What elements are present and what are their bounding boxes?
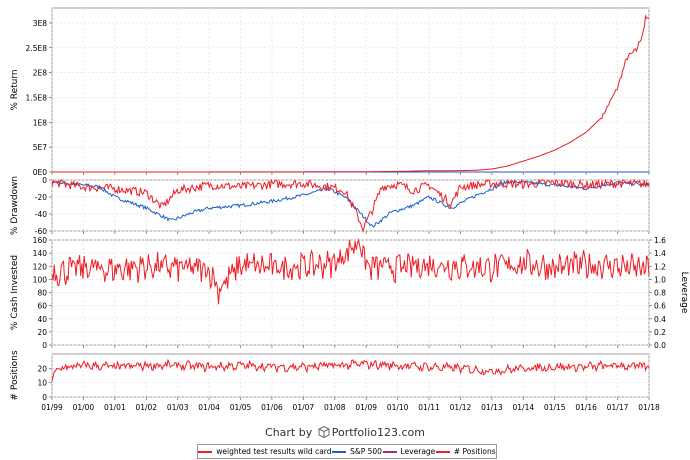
credit-prefix: Chart by xyxy=(265,426,313,439)
x-tick-label: 01/18 xyxy=(638,403,660,412)
x-tick-label: 01/00 xyxy=(73,403,95,412)
legend-item-positions: # Positions xyxy=(435,447,496,456)
x-tick-label: 01/17 xyxy=(607,403,629,412)
y2-tick-label: 0.4 xyxy=(654,315,666,324)
x-tick-label: 01/03 xyxy=(167,403,189,412)
y-tick-label: 2E8 xyxy=(33,69,48,78)
x-tick-label: 01/06 xyxy=(261,403,283,412)
y-tick-label: -20 xyxy=(35,193,47,202)
legend-swatch xyxy=(435,450,450,453)
y-tick-label: -40 xyxy=(35,210,47,219)
y-tick-label: 40 xyxy=(37,315,47,324)
x-tick-label: 01/13 xyxy=(481,403,503,412)
y-tick-label: 100 xyxy=(33,275,48,284)
y-tick-label: 20 xyxy=(37,364,47,373)
legend-swatch xyxy=(198,450,213,453)
legend-label: Leverage xyxy=(400,447,436,456)
y-tick-label: 60 xyxy=(37,302,47,311)
y-tick-label: 0 xyxy=(42,393,47,402)
x-tick-label: 01/05 xyxy=(230,403,252,412)
credit-brand: Portfolio123.com xyxy=(331,426,425,439)
y2-tick-label: 0.2 xyxy=(654,328,666,337)
y2-tick-label: 0.8 xyxy=(654,289,666,298)
y-tick-label: 3E8 xyxy=(33,19,48,28)
y-tick-label: -60 xyxy=(35,227,47,236)
legend-swatch xyxy=(332,450,347,453)
x-tick-label: 01/12 xyxy=(450,403,472,412)
chart-area: 0E05E71E81.5E82E82.5E83E8% Return0-20-40… xyxy=(10,7,689,412)
x-tick-label: 01/15 xyxy=(544,403,566,412)
legend-label: # Positions xyxy=(453,447,496,456)
y-tick-label: 80 xyxy=(37,289,47,298)
y-tick-label: 140 xyxy=(33,249,48,258)
plot-frame-positions xyxy=(51,353,650,398)
y-tick-label: 5E7 xyxy=(33,143,48,152)
y-tick-label: 160 xyxy=(33,236,48,245)
x-tick-label: 01/14 xyxy=(513,403,535,412)
legend-label: S&P 500 xyxy=(350,447,382,456)
y2-tick-label: 1.4 xyxy=(654,249,666,258)
x-tick-label: 01/99 xyxy=(41,403,63,412)
y2-tick-label: 1.0 xyxy=(654,275,666,284)
y-axis-label: % Return xyxy=(10,69,20,110)
x-tick-label: 01/16 xyxy=(575,403,597,412)
x-tick-label: 01/10 xyxy=(387,403,409,412)
y-tick-label: 10 xyxy=(37,379,47,388)
x-tick-label: 01/09 xyxy=(355,403,377,412)
x-tick-label: 01/04 xyxy=(198,403,220,412)
legend-item-leverage: Leverage xyxy=(382,447,436,456)
x-tick-label: 01/02 xyxy=(135,403,157,412)
y-axis-label: % Drawdown xyxy=(10,176,20,235)
chart-credit: Chart by Portfolio123.com xyxy=(0,426,690,439)
x-tick-label: 01/08 xyxy=(324,403,346,412)
y2-axis-label: Leverage xyxy=(679,272,689,314)
y-tick-label: 0 xyxy=(42,341,47,350)
x-tick-label: 01/01 xyxy=(104,403,126,412)
legend-label: weighted test results wild card xyxy=(216,447,332,456)
legend-item-wildcard: weighted test results wild card xyxy=(198,447,332,456)
x-tick-label: 01/07 xyxy=(293,403,315,412)
y-axis-label: # Positions xyxy=(10,350,20,400)
y-tick-label: 20 xyxy=(37,328,47,337)
y-axis-label: % Cash Invested xyxy=(10,255,20,330)
chart-legend: weighted test results wild card S&P 500 … xyxy=(197,444,497,459)
legend-swatch xyxy=(382,450,397,453)
y2-tick-label: 0.0 xyxy=(654,341,666,350)
y-tick-label: 0 xyxy=(42,176,47,185)
y-tick-label: 2.5E8 xyxy=(26,44,48,53)
y-tick-label: 1E8 xyxy=(33,118,48,127)
y-tick-label: 120 xyxy=(33,262,48,271)
x-tick-label: 01/11 xyxy=(418,403,440,412)
y-tick-label: 1.5E8 xyxy=(26,93,48,102)
cube-icon xyxy=(318,426,330,438)
legend-item-sp500: S&P 500 xyxy=(332,447,382,456)
y2-tick-label: 0.6 xyxy=(654,302,666,311)
y2-tick-label: 1.2 xyxy=(654,262,666,271)
y2-tick-label: 1.6 xyxy=(654,236,666,245)
